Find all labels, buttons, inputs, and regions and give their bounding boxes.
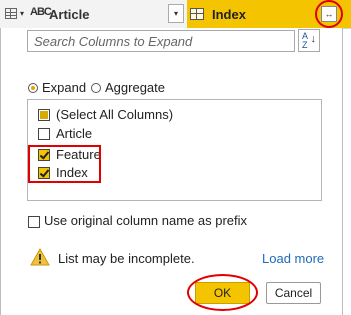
table-column-icon [190, 8, 204, 20]
incomplete-list-warning: List may be incomplete. [58, 251, 195, 266]
aggregate-radio-label[interactable]: Aggregate [105, 80, 165, 95]
select-all-checkbox[interactable] [38, 109, 50, 121]
list-item-label[interactable]: (Select All Columns) [56, 107, 173, 122]
use-prefix-label[interactable]: Use original column name as prefix [44, 213, 247, 228]
column-filter-dropdown[interactable]: ▾ [168, 4, 184, 23]
chevron-down-icon: ▾ [173, 9, 178, 18]
expand-radio[interactable] [28, 83, 38, 93]
search-columns-input[interactable] [27, 30, 295, 52]
sort-az-button[interactable]: A Z ↓ [298, 29, 320, 52]
table-icon [5, 8, 17, 19]
highlight-circle-ok-button [187, 274, 258, 311]
highlight-box-selected-columns [28, 145, 101, 183]
text-type-icon[interactable]: ABC [30, 6, 52, 18]
warning-triangle-icon [30, 248, 50, 266]
index-column-header[interactable]: Index [212, 7, 246, 22]
cancel-button[interactable]: Cancel [266, 282, 321, 304]
load-more-link[interactable]: Load more [262, 251, 324, 266]
list-item-label[interactable]: Article [56, 126, 92, 141]
article-column-header[interactable]: Article [49, 7, 89, 22]
chevron-down-icon[interactable]: ▾ [20, 9, 24, 18]
sort-arrow-icon: ↓ [310, 33, 317, 45]
use-prefix-checkbox[interactable] [28, 216, 40, 228]
highlight-circle-expand-button [315, 0, 343, 28]
aggregate-radio[interactable] [91, 83, 101, 93]
expand-radio-label[interactable]: Expand [42, 80, 86, 95]
article-checkbox[interactable] [38, 128, 50, 140]
